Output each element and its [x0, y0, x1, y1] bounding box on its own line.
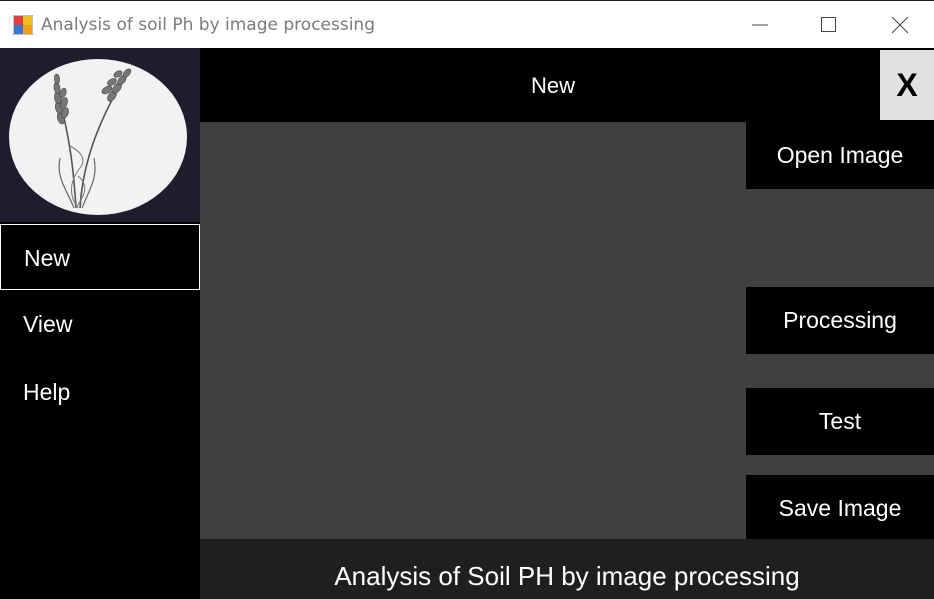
image-preview-area — [200, 122, 746, 539]
sidebar-item-view[interactable]: View — [0, 291, 200, 357]
minimize-button[interactable] — [737, 1, 783, 49]
close-icon — [891, 16, 909, 34]
minimize-icon — [752, 24, 768, 26]
title-bar: Analysis of soil Ph by image processing — [0, 0, 934, 48]
sidebar-item-label: Help — [23, 379, 71, 405]
sidebar-item-label: View — [23, 311, 73, 337]
page-title: New — [530, 73, 575, 98]
footer-text: Analysis of Soil PH by image processing — [334, 561, 800, 591]
panel-header: New — [200, 48, 934, 122]
panel-close-button[interactable]: X — [880, 50, 934, 120]
sidebar-item-new[interactable]: New — [0, 224, 200, 290]
test-button[interactable]: Test — [746, 388, 934, 455]
footer: Analysis of Soil PH by image processing — [200, 539, 934, 599]
app-icon — [12, 14, 34, 36]
logo-area — [0, 48, 200, 222]
window-title: Analysis of soil Ph by image processing — [41, 15, 375, 35]
sidebar-item-label: New — [24, 245, 71, 271]
sidebar-item-help[interactable]: Help — [0, 359, 200, 425]
processing-button[interactable]: Processing — [746, 287, 934, 354]
window-close-button[interactable] — [877, 1, 923, 49]
open-image-button[interactable]: Open Image — [746, 122, 934, 189]
wheat-logo — [9, 59, 187, 215]
maximize-icon — [821, 17, 836, 32]
save-image-button[interactable]: Save Image — [746, 475, 934, 539]
sidebar: New View Help — [0, 48, 200, 599]
maximize-button[interactable] — [806, 1, 852, 49]
